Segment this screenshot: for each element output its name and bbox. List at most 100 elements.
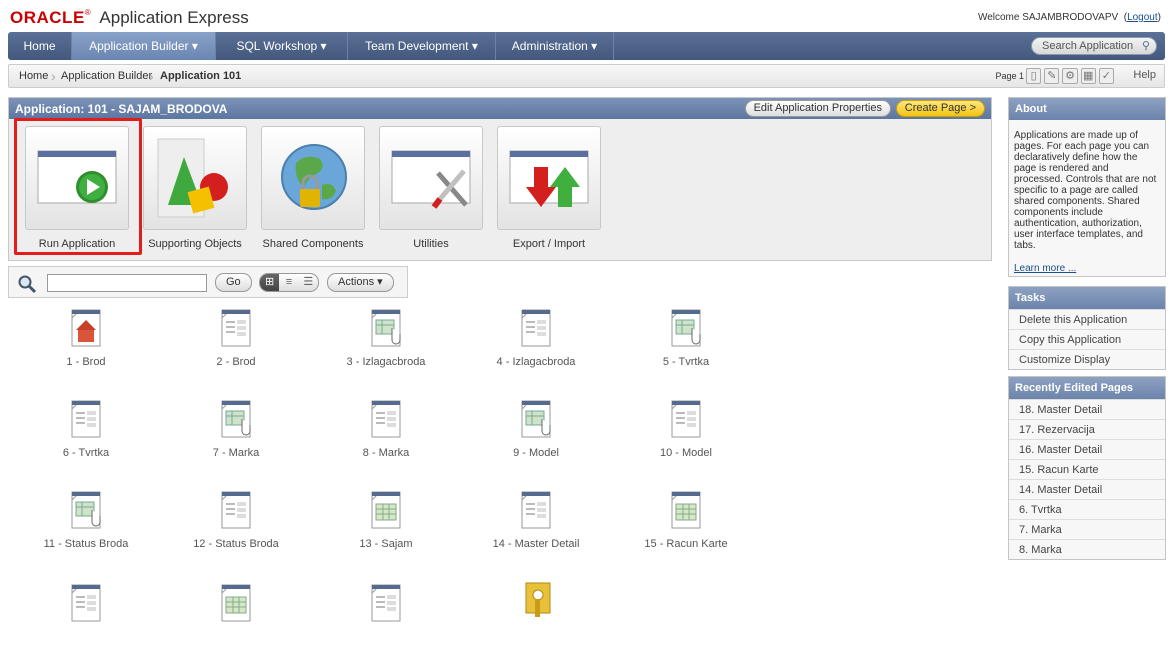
page-number-icon[interactable]: ▯ [1026, 68, 1042, 84]
recent-page-link[interactable]: 17. Rezervacija [1009, 419, 1165, 439]
copy-application-link[interactable]: Copy this Application [1009, 329, 1165, 349]
tools-icon[interactable] [379, 126, 483, 230]
page-tile[interactable]: 4 - Izlagacbroda [476, 306, 596, 386]
breadcrumb-home[interactable]: Home [19, 70, 48, 82]
search-application-input[interactable]: Search Application ⚲ [1031, 37, 1157, 55]
globe-icon[interactable] [261, 126, 365, 230]
page-tile[interactable]: 3 - Izlagacbroda [326, 306, 446, 386]
report-view-button[interactable]: ≡ [279, 274, 298, 291]
form-page-icon[interactable] [518, 306, 554, 350]
create-page-button[interactable]: Create Page > [895, 100, 985, 117]
recent-page-link[interactable]: 6. Tvrtka [1009, 499, 1165, 519]
page-tile-label[interactable]: 10 - Model [626, 447, 746, 459]
form-page-icon[interactable] [68, 397, 104, 441]
report-page-icon[interactable] [218, 397, 254, 441]
recent-page-link[interactable]: 18. Master Detail [1009, 399, 1165, 419]
form-page-icon[interactable] [368, 397, 404, 441]
report-page-icon[interactable] [518, 397, 554, 441]
view-mode-toggle[interactable]: ⊞ ≡ ☰ [259, 273, 319, 292]
form-page-icon[interactable] [68, 581, 104, 625]
page-tile-label[interactable]: 15 - Racun Karte [626, 538, 746, 550]
breadcrumb-application-builder[interactable]: Application Builder [61, 70, 152, 82]
table-page-icon[interactable] [368, 488, 404, 532]
page-tile-label[interactable]: 6 - Tvrtka [26, 447, 146, 459]
page-tile-label[interactable]: 7 - Marka [176, 447, 296, 459]
page-tile-label[interactable]: 4 - Izlagacbroda [476, 356, 596, 368]
breadcrumb-current: Application 101 [160, 70, 242, 82]
page-tile-label[interactable]: 8 - Marka [326, 447, 446, 459]
recent-page-link[interactable]: 14. Master Detail [1009, 479, 1165, 499]
form-page-icon[interactable] [668, 397, 704, 441]
page-tile[interactable]: 12 - Status Broda [176, 488, 296, 568]
page-tile[interactable] [326, 581, 446, 661]
search-icon[interactable]: ⚲ [1142, 38, 1150, 54]
page-tile[interactable]: 9 - Model [476, 397, 596, 477]
recent-page-link[interactable]: 8. Marka [1009, 539, 1165, 559]
tab-sql-workshop[interactable]: SQL Workshop ▾ [216, 32, 348, 60]
edit-icon[interactable]: ✎ [1044, 68, 1060, 84]
page-tile[interactable] [476, 581, 596, 661]
page-tile[interactable] [176, 581, 296, 661]
report-page-icon[interactable] [668, 306, 704, 350]
export-import-launcher[interactable]: Export / Import [497, 126, 617, 254]
supporting-objects-launcher[interactable]: Supporting Objects [143, 126, 263, 254]
page-tile-label[interactable]: 3 - Izlagacbroda [326, 356, 446, 368]
page-tile[interactable]: 11 - Status Broda [26, 488, 146, 568]
actions-menu-button[interactable]: Actions ▾ [327, 273, 394, 292]
icon-view-button[interactable]: ⊞ [260, 274, 280, 291]
tab-home[interactable]: Home [8, 32, 72, 60]
form-page-icon[interactable] [218, 306, 254, 350]
report-page-icon[interactable] [68, 488, 104, 532]
help-button[interactable]: Help [1133, 69, 1156, 81]
key-page-icon[interactable] [518, 581, 554, 625]
page-tile[interactable]: 15 - Racun Karte [626, 488, 746, 568]
customize-display-link[interactable]: Customize Display [1009, 349, 1165, 369]
logout-link[interactable]: Logout [1127, 12, 1158, 23]
page-tile[interactable]: 8 - Marka [326, 397, 446, 477]
grid-icon[interactable]: ▦ [1080, 68, 1096, 84]
form-page-icon[interactable] [218, 488, 254, 532]
search-icon[interactable] [17, 274, 37, 294]
page-tile-label[interactable]: 14 - Master Detail [476, 538, 596, 550]
go-button[interactable]: Go [215, 273, 252, 292]
page-search-input[interactable] [47, 274, 207, 292]
tab-team-development[interactable]: Team Development ▾ [348, 32, 496, 60]
page-tile[interactable]: 6 - Tvrtka [26, 397, 146, 477]
page-tile-label[interactable]: 2 - Brod [176, 356, 296, 368]
recent-page-link[interactable]: 16. Master Detail [1009, 439, 1165, 459]
page-tile[interactable]: 1 - Brod [26, 306, 146, 386]
page-tile-label[interactable]: 12 - Status Broda [176, 538, 296, 550]
page-tile[interactable] [26, 581, 146, 661]
page-tile-label[interactable]: 1 - Brod [26, 356, 146, 368]
delete-application-link[interactable]: Delete this Application [1009, 309, 1165, 329]
page-tile[interactable]: 2 - Brod [176, 306, 296, 386]
comment-icon[interactable]: ✓ [1098, 68, 1115, 84]
shared-components-launcher[interactable]: Shared Components [261, 126, 381, 254]
page-tile[interactable]: 7 - Marka [176, 397, 296, 477]
learn-more-link[interactable]: Learn more ... [1014, 263, 1160, 274]
report-page-icon[interactable] [368, 306, 404, 350]
form-page-icon[interactable] [368, 581, 404, 625]
home-page-icon[interactable] [68, 306, 104, 350]
page-tile-label[interactable]: 9 - Model [476, 447, 596, 459]
page-tile[interactable]: 5 - Tvrtka [626, 306, 746, 386]
page-tile-label[interactable]: 11 - Status Broda [26, 538, 146, 550]
form-page-icon[interactable] [518, 488, 554, 532]
page-tile[interactable]: 14 - Master Detail [476, 488, 596, 568]
arrows-icon[interactable] [497, 126, 601, 230]
recent-page-link[interactable]: 7. Marka [1009, 519, 1165, 539]
edit-application-properties-button[interactable]: Edit Application Properties [744, 100, 891, 117]
tab-administration[interactable]: Administration ▾ [496, 32, 614, 60]
table-page-icon[interactable] [668, 488, 704, 532]
page-tile-label[interactable]: 13 - Sajam [326, 538, 446, 550]
details-view-button[interactable]: ☰ [299, 274, 318, 291]
tab-application-builder[interactable]: Application Builder ▾ [72, 32, 216, 60]
page-tile-label[interactable]: 5 - Tvrtka [626, 356, 746, 368]
table-page-icon[interactable] [218, 581, 254, 625]
page-tile[interactable]: 10 - Model [626, 397, 746, 477]
gear-icon[interactable]: ⚙ [1062, 68, 1078, 84]
shapes-icon[interactable] [143, 126, 247, 230]
page-tile[interactable]: 13 - Sajam [326, 488, 446, 568]
recent-page-link[interactable]: 15. Racun Karte [1009, 459, 1165, 479]
utilities-launcher[interactable]: Utilities [379, 126, 499, 254]
